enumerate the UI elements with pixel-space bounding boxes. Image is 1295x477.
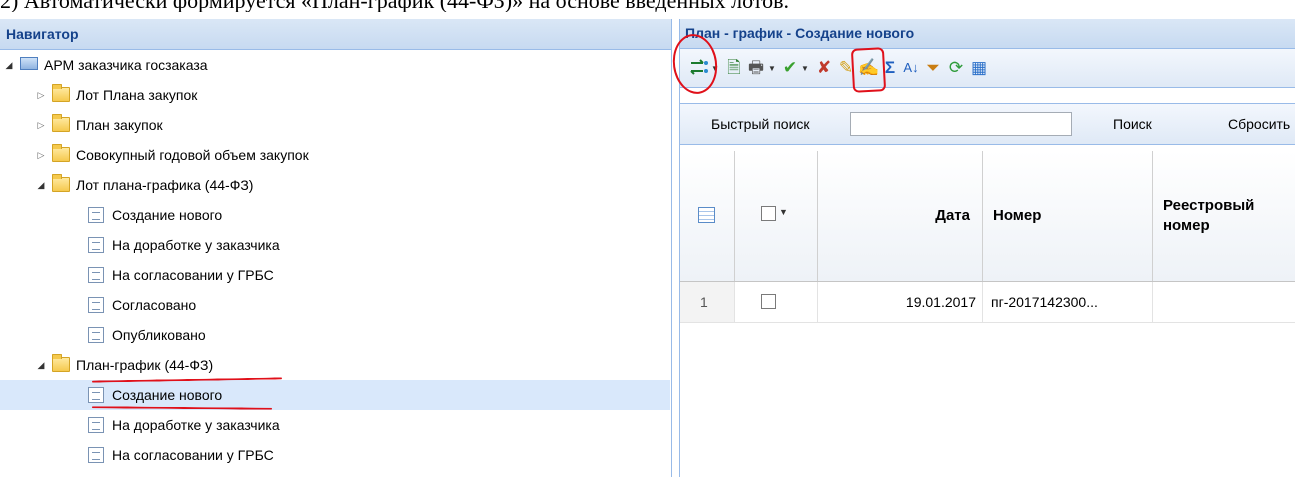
- document-icon: [88, 267, 104, 283]
- collapse-icon[interactable]: ◢: [3, 50, 15, 80]
- approve-doc-icon[interactable]: 🗎: [724, 58, 744, 78]
- tree-item-lot-create[interactable]: Создание нового: [0, 200, 670, 230]
- tree-item-lot-plan[interactable]: ▷ Лот Плана закупок: [0, 80, 670, 110]
- tree-item-label: План-график (44-ФЗ): [76, 357, 214, 373]
- plan-schedule-panel: План - график - Создание нового ▼ 🗎 🖶 ▼ …: [669, 19, 1295, 477]
- tree-item-arm[interactable]: ◢ АРМ заказчика госзаказа: [0, 50, 670, 80]
- grid-header: ▼ Дата Номер Реестровый номер: [680, 151, 1295, 282]
- toolbar: ▼ 🗎 🖶 ▼ ✔ ▼ ✘ ✎ ✍ Σ A↓ ⏷ ⟳ ▦: [680, 49, 1295, 88]
- tree-item-lot-agreed[interactable]: Согласовано: [0, 290, 670, 320]
- navigator-title: Навигатор: [0, 19, 671, 50]
- folder-icon: [52, 144, 70, 162]
- document-icon: [88, 447, 104, 463]
- expand-icon[interactable]: ▷: [35, 140, 47, 170]
- document-icon: [88, 207, 104, 223]
- tree-item-label: Опубликовано: [112, 327, 206, 343]
- chevron-down-icon[interactable]: ▼: [801, 64, 809, 73]
- tree-item-label: Создание нового: [112, 207, 223, 223]
- quick-search-bar: Быстрый поиск Поиск Сбросить: [680, 103, 1295, 145]
- tree-item-label: На доработке у заказчика: [112, 417, 280, 433]
- row-checkbox[interactable]: [761, 294, 776, 309]
- refresh-icon[interactable]: ⟳: [947, 58, 965, 78]
- column-number[interactable]: Номер: [983, 151, 1153, 281]
- row-number: пг-2017142300...: [983, 282, 1153, 322]
- document-icon: [88, 237, 104, 253]
- expand-icon[interactable]: ▷: [35, 110, 47, 140]
- filter-icon[interactable]: ⏷: [924, 58, 942, 78]
- quick-search-input[interactable]: [850, 112, 1072, 136]
- tree-item-lot-approval[interactable]: На согласовании у ГРБС: [0, 260, 670, 290]
- tree-item-label: Создание нового: [112, 387, 223, 403]
- tree-item-label: Лот Плана закупок: [76, 87, 198, 103]
- folder-icon: [52, 174, 70, 192]
- document-icon: [88, 417, 104, 433]
- cancel-check-icon[interactable]: ✘: [814, 58, 834, 78]
- panel-title: План - график - Создание нового: [680, 19, 1295, 49]
- caption-text: 2) Автоматически формируется «План-графи…: [0, 0, 1295, 12]
- grid-icon[interactable]: [698, 207, 715, 223]
- tree-item-lot-published[interactable]: Опубликовано: [0, 320, 670, 350]
- chevron-down-icon[interactable]: ▼: [779, 207, 788, 217]
- quick-search-label: Быстрый поиск: [711, 116, 810, 132]
- tree-item-label: Лот плана-графика (44-ФЗ): [76, 177, 254, 193]
- folder-icon: [52, 84, 70, 102]
- folder-icon: [52, 354, 70, 372]
- document-icon: [88, 297, 104, 313]
- reset-button[interactable]: Сбросить: [1228, 104, 1290, 144]
- table-settings-icon[interactable]: ▦: [970, 58, 988, 78]
- tree-item-label: На доработке у заказчика: [112, 237, 280, 253]
- select-all-checkbox[interactable]: [761, 206, 776, 221]
- tree-item-schedule-revision[interactable]: На доработке у заказчика: [0, 410, 670, 440]
- tree-item-schedule[interactable]: ◢ План-график (44-ФЗ): [0, 350, 670, 380]
- column-select: ▼: [735, 151, 818, 281]
- tree-item-label: План закупок: [76, 117, 163, 133]
- tree-item-lot-revision[interactable]: На доработке у заказчика: [0, 230, 670, 260]
- folder-icon: [52, 114, 70, 132]
- tree-item-label: Согласовано: [112, 297, 197, 313]
- collapse-icon[interactable]: ◢: [35, 170, 47, 200]
- row-index: 1: [680, 282, 735, 322]
- tree-item-label: АРМ заказчика госзаказа: [44, 57, 208, 73]
- column-index: [680, 151, 735, 281]
- tree-item-label: Совокупный годовой объем закупок: [76, 147, 309, 163]
- monitor-icon: [20, 57, 38, 70]
- document-icon: [88, 387, 104, 403]
- column-date[interactable]: Дата: [818, 151, 983, 281]
- tree-item-label: На согласовании у ГРБС: [112, 267, 274, 283]
- search-button[interactable]: Поиск: [1113, 104, 1152, 144]
- column-registry-number[interactable]: Реестровый номер: [1153, 151, 1295, 281]
- tree-item-aggregate-volume[interactable]: ▷ Совокупный годовой объем закупок: [0, 140, 670, 170]
- tree-item-plan[interactable]: ▷ План закупок: [0, 110, 670, 140]
- sort-icon[interactable]: A↓: [902, 58, 920, 78]
- collapse-icon[interactable]: ◢: [35, 350, 47, 380]
- table-row[interactable]: 1 19.01.2017 пг-2017142300...: [680, 282, 1295, 323]
- row-registry-number: [1153, 282, 1295, 322]
- print-icon[interactable]: 🖶: [746, 58, 766, 78]
- checkmark-icon[interactable]: ✔: [780, 58, 800, 78]
- tree-item-schedule-approval[interactable]: На согласовании у ГРБС: [0, 440, 670, 470]
- row-date: 19.01.2017: [818, 282, 983, 322]
- navigator-panel: Навигатор ◢ АРМ заказчика госзаказа ▷ Лот П…: [0, 19, 672, 477]
- box-annotation: [850, 47, 887, 93]
- tree-item-label: На согласовании у ГРБС: [112, 447, 274, 463]
- chevron-down-icon[interactable]: ▼: [768, 64, 776, 73]
- document-icon: [88, 327, 104, 343]
- row-select: [735, 282, 818, 322]
- tree-item-lot-schedule[interactable]: ◢ Лот плана-графика (44-ФЗ): [0, 170, 670, 200]
- expand-icon[interactable]: ▷: [35, 80, 47, 110]
